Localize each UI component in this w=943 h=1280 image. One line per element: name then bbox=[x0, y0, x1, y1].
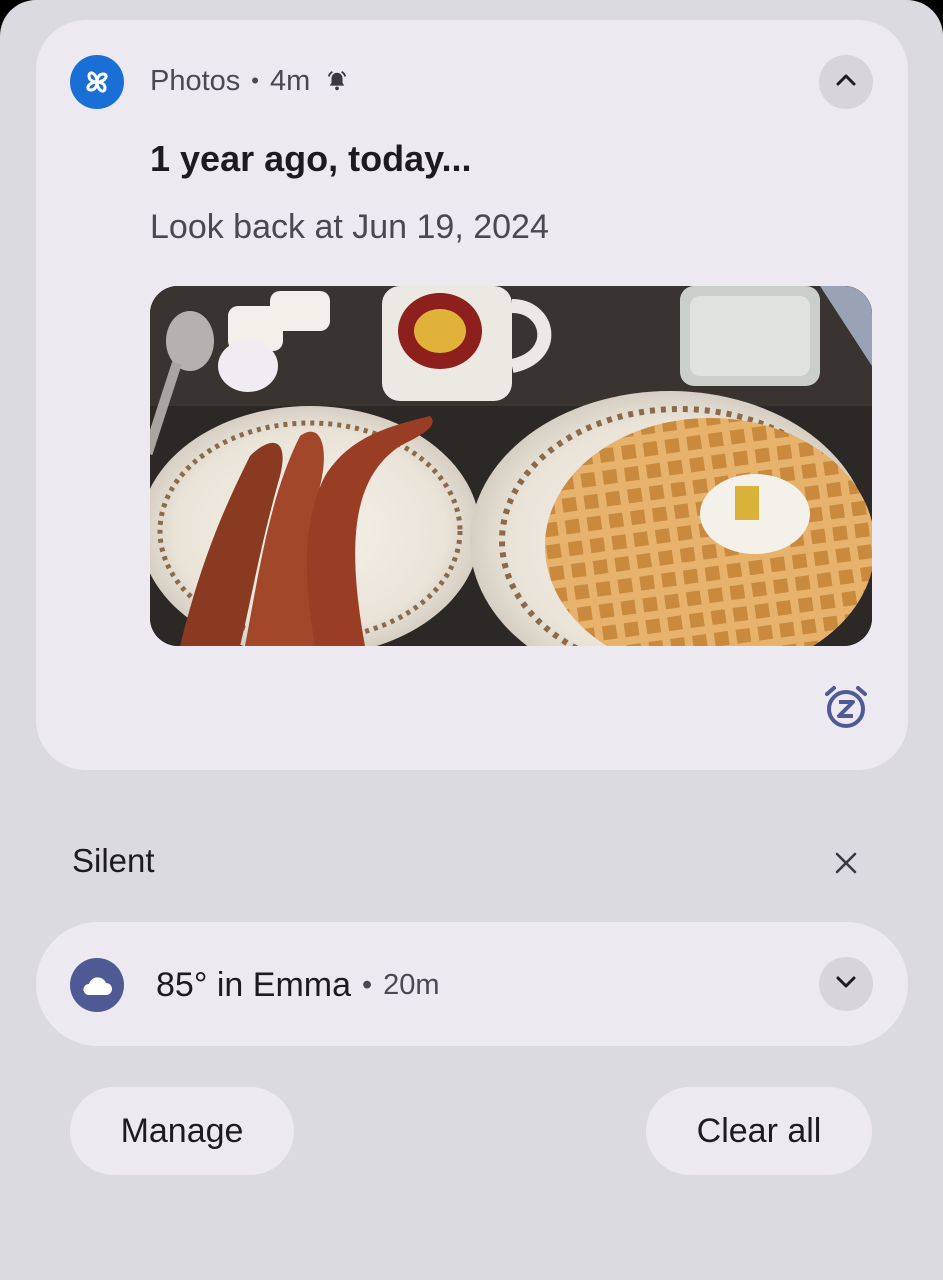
collapse-button[interactable] bbox=[819, 55, 873, 109]
clear-all-button[interactable]: Clear all bbox=[646, 1087, 872, 1175]
separator-dot: • bbox=[251, 68, 259, 93]
snooze-alarm-icon bbox=[823, 684, 869, 735]
notification-header: Photos • 4m bbox=[150, 60, 348, 102]
memory-photo[interactable] bbox=[150, 286, 872, 646]
clear-silent-button[interactable] bbox=[826, 845, 866, 885]
weather-title: 85° in Emma bbox=[156, 965, 352, 1004]
chevron-down-icon bbox=[832, 968, 860, 1001]
notification-title: 1 year ago, today... bbox=[150, 138, 472, 179]
chevron-up-icon bbox=[832, 66, 860, 99]
bell-icon bbox=[326, 70, 348, 92]
cloud-icon bbox=[70, 958, 124, 1012]
app-name: Photos bbox=[150, 64, 241, 97]
manage-button[interactable]: Manage bbox=[70, 1087, 294, 1175]
notification-text: Look back at Jun 19, 2024 bbox=[150, 208, 549, 246]
snooze-button[interactable] bbox=[822, 685, 870, 733]
separator-dot: • bbox=[362, 968, 373, 1001]
pinwheel-icon bbox=[70, 55, 124, 109]
close-icon bbox=[833, 850, 859, 881]
silent-section-label: Silent bbox=[72, 842, 155, 879]
notification-time: 4m bbox=[270, 64, 311, 97]
expand-button[interactable] bbox=[819, 957, 873, 1011]
weather-time: 20m bbox=[383, 968, 440, 1001]
weather-header: 85° in Emma • 20m bbox=[156, 962, 440, 1008]
